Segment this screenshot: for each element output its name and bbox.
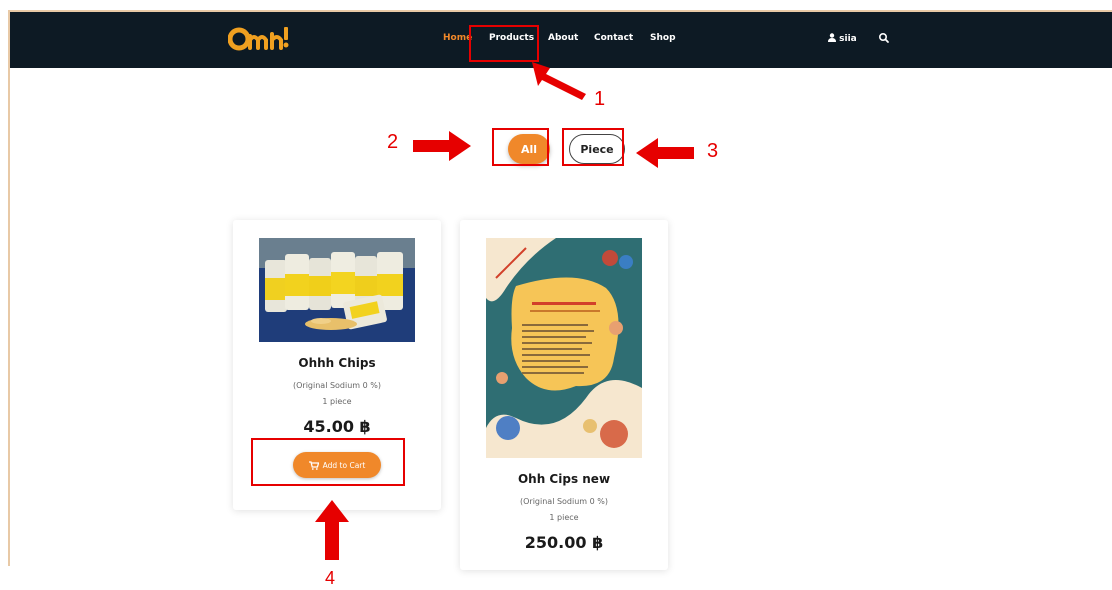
product-description: (Original Sodium 0 %) [519, 497, 608, 506]
user-account[interactable]: siia [828, 33, 857, 44]
nav-about[interactable]: About [548, 33, 578, 43]
annotation-label-1: 1 [594, 88, 606, 110]
nav-home[interactable]: Home [443, 33, 472, 43]
annotation-label-3: 3 [707, 140, 719, 162]
product-image [486, 238, 642, 458]
annotation-label-4: 4 [325, 568, 336, 588]
annotation-arrow-2 [413, 131, 471, 161]
product-description: (Original Sodium 0 %) [292, 381, 381, 390]
nav-contact[interactable]: Contact [594, 33, 633, 43]
product-name[interactable]: Ohhh Chips [233, 356, 441, 370]
annotation-box-piece [562, 128, 624, 166]
nav-shop[interactable]: Shop [650, 33, 676, 43]
product-card: Ohh Cips new (Original Sodium 0 %) 1 pie… [460, 220, 668, 570]
annotation-box-products [469, 25, 539, 62]
annotation-box-all [492, 128, 549, 166]
annotation-box-add-to-cart [251, 438, 405, 486]
product-image [259, 238, 415, 342]
annotation-arrow-4 [315, 500, 349, 560]
product-unit: 1 piece [549, 513, 579, 522]
annotation-arrow-3 [636, 138, 694, 168]
product-unit: 1 piece [322, 397, 352, 406]
product-name[interactable]: Ohh Cips new [460, 472, 668, 486]
user-name: siia [839, 34, 857, 44]
user-icon [828, 33, 836, 42]
annotation-arrow-1 [532, 62, 586, 100]
annotation-label-2: 2 [387, 131, 399, 153]
search-icon[interactable] [878, 32, 890, 44]
product-price: 45.00 ฿ [303, 417, 371, 436]
ohh-logo[interactable] [228, 24, 292, 52]
product-price: 250.00 ฿ [524, 533, 604, 552]
